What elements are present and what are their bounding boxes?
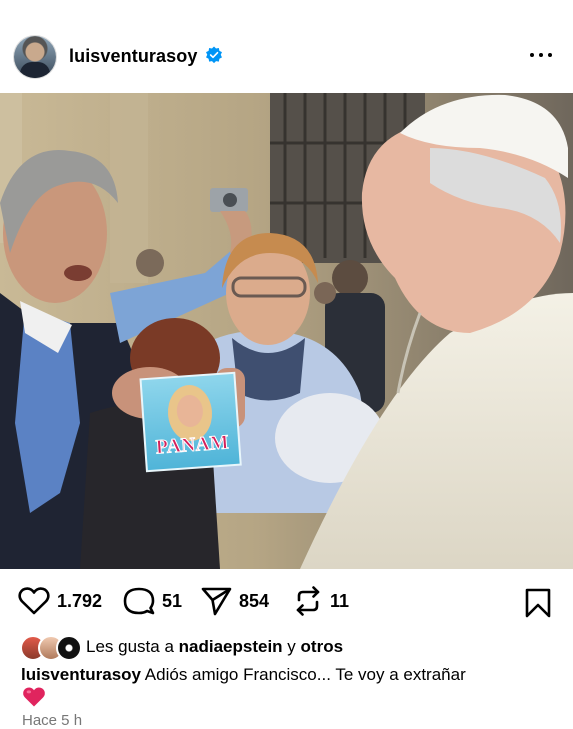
like-action[interactable]: 1.792	[18, 586, 102, 616]
post-date: Hace 5 h	[22, 712, 83, 729]
verified-badge-icon	[206, 46, 222, 64]
repost-action[interactable]: 11	[293, 586, 349, 616]
liked-by-text: Les gusta a nadiaepstein y otros	[86, 637, 343, 657]
post-action-bar: 1.792 51 854 11	[0, 580, 573, 624]
likes-count[interactable]: 1.792	[57, 591, 102, 612]
caption-text: Adiós amigo Francisco... Te voy a extrañ…	[144, 665, 466, 684]
caption-username[interactable]: luisventurasoy	[21, 665, 141, 684]
share-action[interactable]: 854	[200, 586, 269, 616]
profile-username[interactable]: luisventurasoy	[69, 46, 197, 67]
reposts-count[interactable]: 11	[330, 591, 349, 612]
bookmark-icon[interactable]	[524, 588, 552, 618]
heart-icon[interactable]	[18, 586, 50, 616]
liked-by-joiner: y	[287, 637, 296, 656]
liked-by-row: Les gusta a nadiaepstein y otros	[20, 634, 343, 661]
profile-avatar[interactable]	[14, 36, 56, 78]
comment-icon[interactable]	[123, 586, 155, 616]
liked-by-user-link[interactable]: nadiaepstein	[179, 637, 283, 656]
shares-count[interactable]: 854	[239, 591, 269, 612]
post-header: luisventurasoy	[0, 0, 573, 93]
liked-by-others-link[interactable]: otros	[301, 637, 344, 656]
more-options-icon[interactable]	[530, 48, 558, 62]
post-caption: luisventurasoy Adiós amigo Francisco... …	[21, 664, 561, 686]
liker-avatar[interactable]	[56, 635, 82, 661]
liked-by-avatars[interactable]	[20, 634, 82, 661]
heart-emoji-icon	[23, 687, 45, 707]
post-photo[interactable]: PANAM	[0, 93, 573, 569]
send-icon[interactable]	[200, 586, 232, 616]
comment-action[interactable]: 51	[123, 586, 182, 616]
liked-by-prefix: Les gusta a	[86, 637, 174, 656]
repost-icon[interactable]	[293, 586, 323, 616]
comments-count[interactable]: 51	[162, 591, 182, 612]
